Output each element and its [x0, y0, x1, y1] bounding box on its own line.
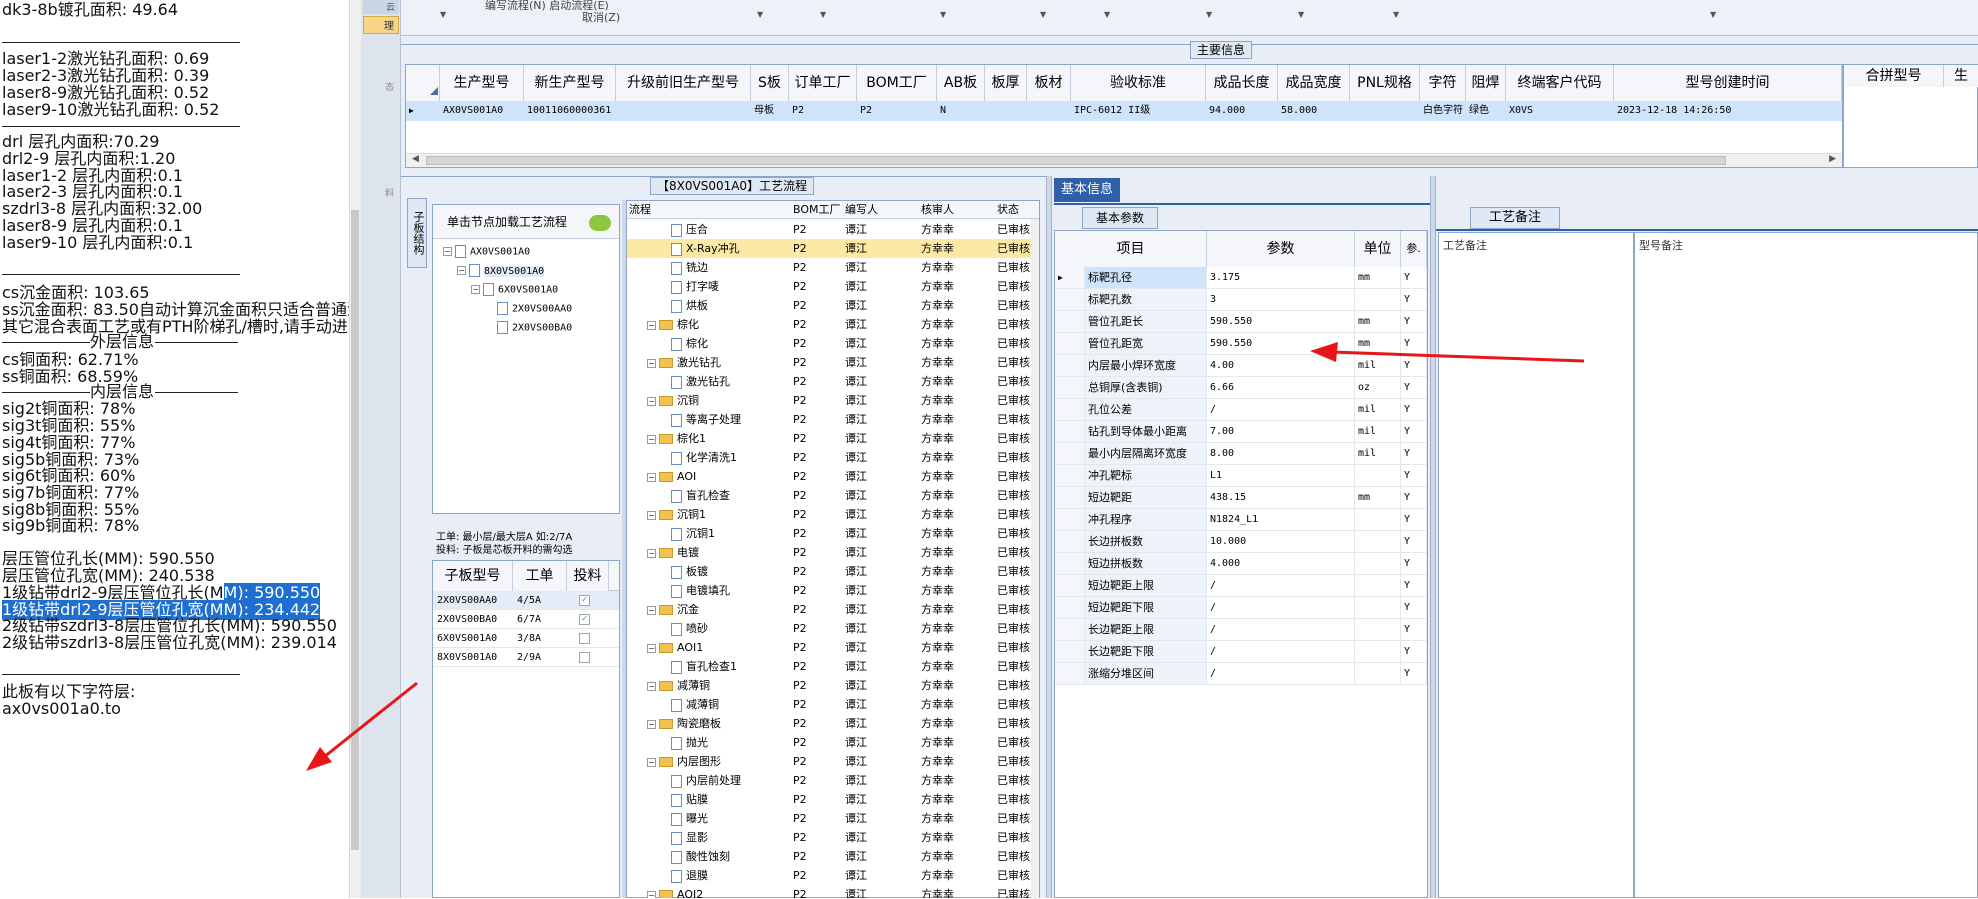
arrow-head [306, 747, 332, 771]
arrow-line [1331, 350, 1585, 363]
arrow-head [1310, 342, 1338, 362]
annotation-arrows [306, 342, 1585, 771]
arrow-line [323, 681, 418, 759]
